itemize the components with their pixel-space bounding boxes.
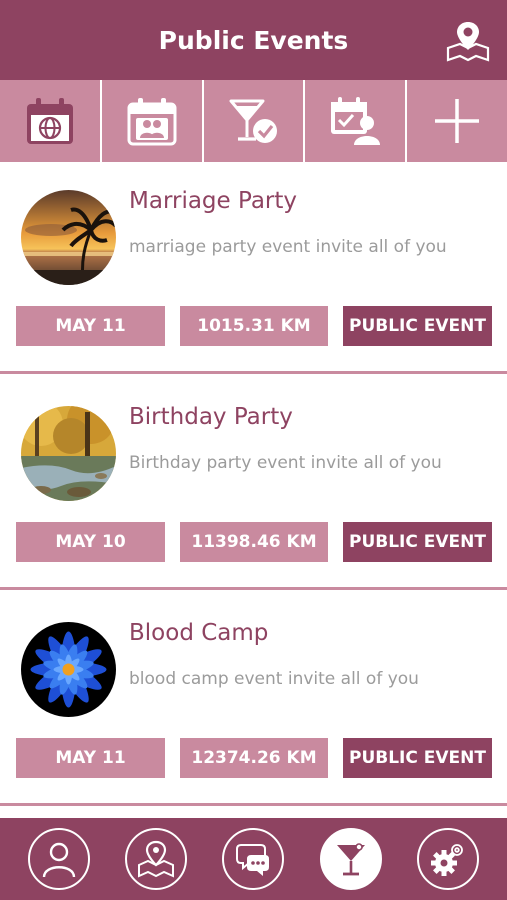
event-date-badge: MAY 11 bbox=[16, 738, 165, 778]
event-card[interactable]: Blood Camp blood camp event invite all o… bbox=[0, 594, 507, 810]
divider bbox=[0, 371, 507, 374]
divider bbox=[0, 803, 507, 806]
cocktail-check-icon bbox=[229, 99, 278, 143]
event-type-badge[interactable]: PUBLIC EVENT bbox=[343, 306, 492, 346]
event-distance-badge: 12374.26 KM bbox=[180, 738, 328, 778]
event-date-badge: MAY 10 bbox=[16, 522, 165, 562]
event-description: blood camp event invite all of you bbox=[129, 669, 419, 689]
tab-attending-events[interactable] bbox=[204, 80, 306, 162]
event-date-badge: MAY 11 bbox=[16, 306, 165, 346]
page-title: Public Events bbox=[158, 26, 349, 55]
plus-icon bbox=[435, 99, 480, 143]
event-distance-badge: 1015.31 KM bbox=[180, 306, 328, 346]
chat-icon bbox=[236, 844, 270, 876]
gear-icon bbox=[431, 844, 464, 876]
nav-profile[interactable] bbox=[27, 828, 90, 890]
tab-add-event[interactable] bbox=[407, 80, 507, 162]
calendar-globe-icon bbox=[26, 98, 73, 144]
event-image-sunset-beach bbox=[21, 190, 116, 285]
event-image-blue-flower bbox=[21, 622, 116, 717]
user-icon bbox=[42, 842, 75, 878]
tab-group-calendar[interactable] bbox=[102, 80, 204, 162]
map-icon bbox=[138, 840, 175, 878]
app-header: Public Events bbox=[0, 0, 507, 80]
calendar-user-icon bbox=[331, 97, 381, 145]
event-title: Marriage Party bbox=[129, 188, 298, 214]
event-type-badge[interactable]: PUBLIC EVENT bbox=[343, 522, 492, 562]
tab-global-calendar[interactable] bbox=[0, 80, 102, 162]
event-title: Blood Camp bbox=[129, 620, 269, 646]
event-filter-tabs bbox=[0, 80, 507, 162]
event-description: marriage party event invite all of you bbox=[129, 237, 447, 257]
event-type-badge[interactable]: PUBLIC EVENT bbox=[343, 738, 492, 778]
nav-events[interactable] bbox=[319, 828, 382, 890]
event-card[interactable]: Marriage Party marriage party event invi… bbox=[0, 162, 507, 378]
event-title: Birthday Party bbox=[129, 404, 293, 430]
nav-map[interactable] bbox=[125, 828, 188, 890]
event-list: Marriage Party marriage party event invi… bbox=[0, 162, 507, 818]
event-image-autumn-stream bbox=[21, 406, 116, 501]
divider bbox=[0, 587, 507, 590]
bottom-navigation bbox=[0, 818, 507, 900]
nav-settings[interactable] bbox=[417, 828, 480, 890]
map-pin-icon[interactable] bbox=[444, 18, 492, 62]
cocktail-icon bbox=[336, 843, 365, 876]
event-card[interactable]: Birthday Party Birthday party event invi… bbox=[0, 378, 507, 594]
calendar-group-icon bbox=[127, 98, 177, 146]
event-description: Birthday party event invite all of you bbox=[129, 453, 442, 473]
nav-chat[interactable] bbox=[222, 828, 285, 890]
tab-invited-events[interactable] bbox=[305, 80, 408, 162]
event-distance-badge: 11398.46 KM bbox=[180, 522, 328, 562]
